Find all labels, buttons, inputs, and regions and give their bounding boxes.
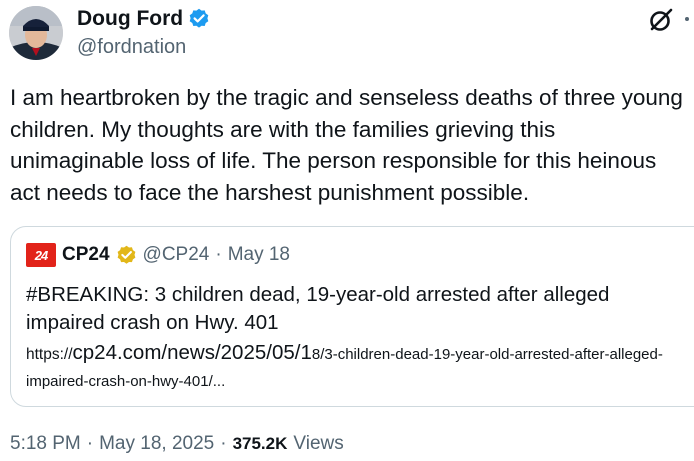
author-name-row: Doug Ford: [77, 6, 210, 32]
quote-link-domain: cp24.com/news/2025/05/1: [72, 341, 312, 364]
author-handle[interactable]: @fordnation: [77, 34, 186, 60]
avatar-photo: [9, 6, 63, 60]
post-time[interactable]: 5:18 PM: [10, 433, 81, 455]
quote-link-scheme: https://: [26, 346, 73, 363]
tweet-footer: 5:18 PM · May 18, 2025 · 375.2K Views: [10, 433, 344, 455]
quote-date[interactable]: May 18: [228, 244, 290, 266]
quote-header: 24 CP24 @CP24 · May 18: [26, 243, 290, 267]
avatar[interactable]: [9, 6, 63, 60]
quote-tweet-card[interactable]: 24 CP24 @CP24 · May 18 #BREAKING: 3 chil…: [10, 226, 694, 407]
footer-separator: ·: [220, 433, 227, 454]
more-icon[interactable]: [684, 16, 694, 22]
post-date[interactable]: May 18, 2025: [99, 433, 214, 455]
tweet-card: Doug Ford @fordnation I am heartbroken b…: [0, 0, 694, 461]
cp24-logo: 24: [26, 243, 56, 267]
views-label: Views: [293, 433, 344, 454]
tweet-text: I am heartbroken by the tragic and sense…: [10, 85, 683, 205]
grok-icon[interactable]: [647, 6, 675, 34]
verified-badge-icon[interactable]: [188, 8, 210, 30]
quote-display-name[interactable]: CP24: [62, 244, 110, 266]
quote-handle[interactable]: @CP24: [143, 244, 210, 266]
quote-separator: ·: [215, 244, 222, 265]
quote-link[interactable]: https://cp24.com/news/2025/05/18/3-child…: [26, 339, 694, 395]
quote-text: #BREAKING: 3 children dead, 19-year-old …: [26, 283, 610, 334]
views-count: 375.2K: [232, 434, 288, 453]
verified-gold-badge-icon[interactable]: [116, 245, 137, 266]
author-display-name[interactable]: Doug Ford: [77, 6, 183, 32]
footer-separator: ·: [86, 433, 94, 454]
